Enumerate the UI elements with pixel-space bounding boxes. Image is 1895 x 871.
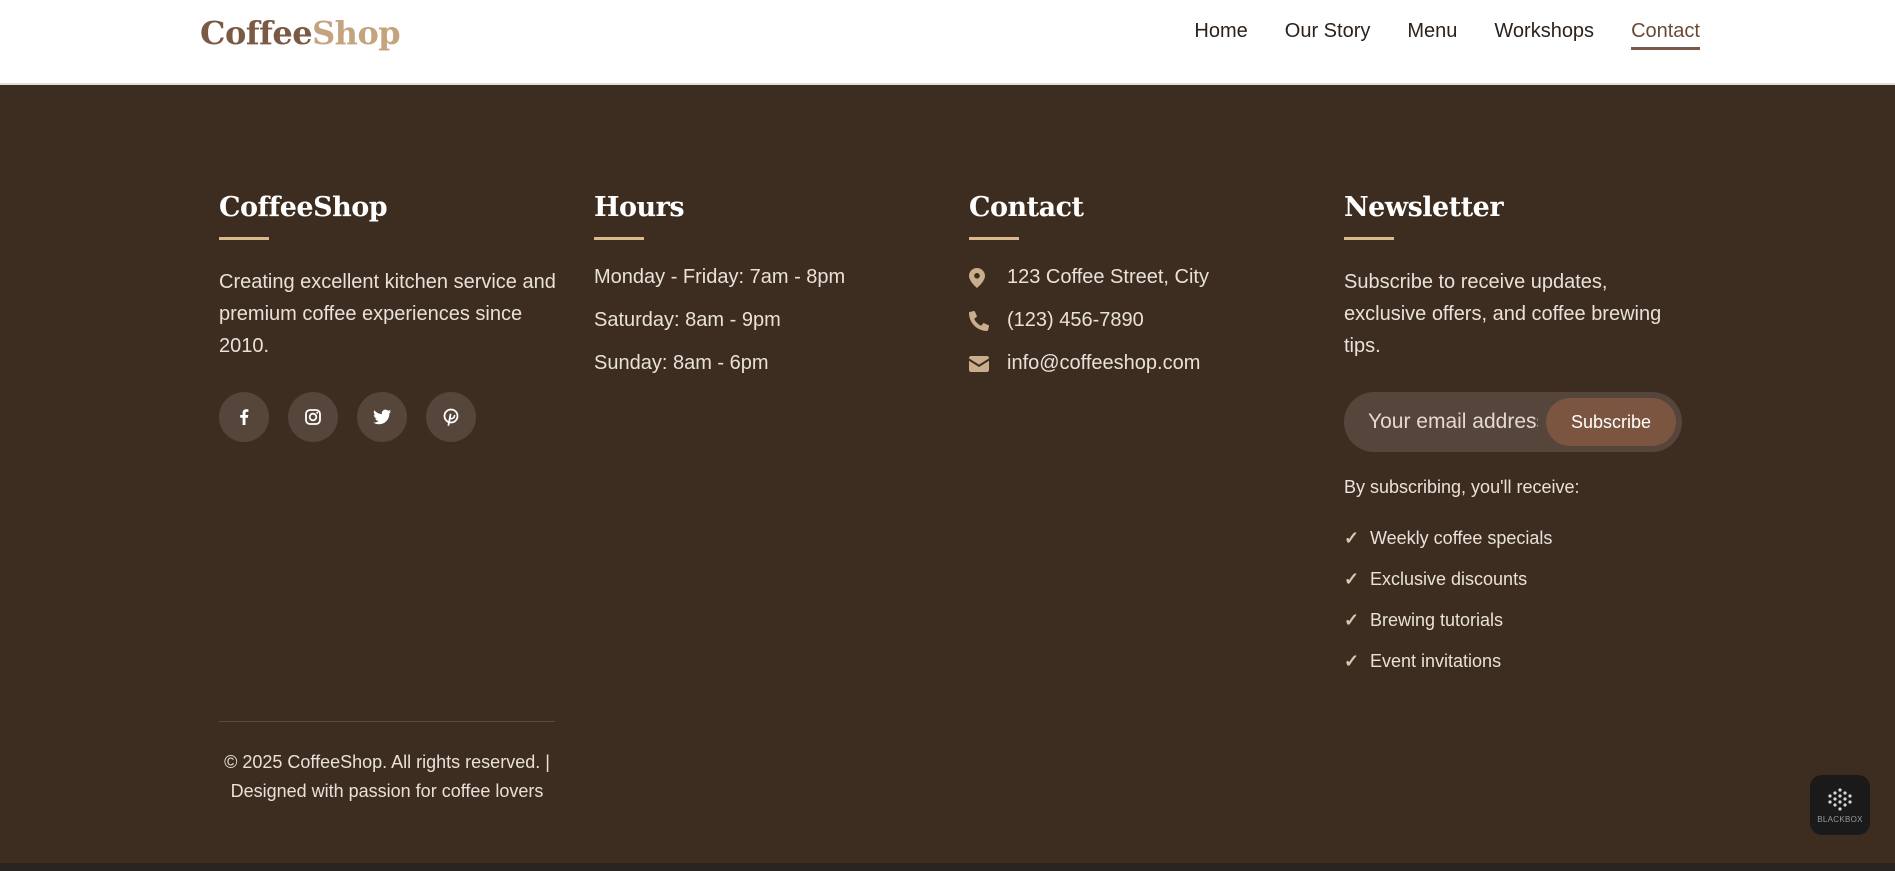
check-icon: ✓: [1344, 569, 1360, 589]
benefit-text: Weekly coffee specials: [1370, 528, 1553, 548]
benefit-text: Event invitations: [1370, 651, 1502, 671]
contact-email-text[interactable]: info@coffeeshop.com: [1007, 352, 1200, 375]
contact-address-text: 123 Coffee Street, City: [1007, 266, 1209, 288]
pinterest-icon: [443, 408, 459, 426]
blackbox-badge[interactable]: BLACKBOX: [1810, 775, 1870, 835]
nav-home[interactable]: Home: [1194, 20, 1247, 50]
subscribe-button[interactable]: Subscribe: [1546, 398, 1676, 446]
footer-hours-title: Hours: [594, 192, 685, 223]
title-underline: [219, 237, 269, 240]
footer-divider: [219, 721, 555, 722]
hours-saturday: Saturday: 8am - 9pm: [594, 309, 781, 331]
pinterest-link[interactable]: [426, 392, 476, 442]
newsletter-email-input[interactable]: [1368, 406, 1538, 438]
envelope-icon: [969, 355, 1007, 372]
twitter-icon: [373, 409, 391, 425]
instagram-link[interactable]: [288, 392, 338, 442]
footer-about-text: Creating excellent kitchen service and p…: [219, 271, 556, 357]
bottom-edge-bar: [0, 863, 1895, 871]
cube-dots-icon: [1828, 787, 1852, 811]
social-links: [219, 392, 559, 442]
footer-contact-title: Contact: [969, 192, 1084, 223]
footer-newsletter-title: Newsletter: [1344, 192, 1504, 223]
footer-contact: Contact 123 Coffee Street, City (123) 45…: [969, 192, 1309, 395]
main-nav: Home Our Story Menu Workshops Contact: [1194, 20, 1700, 50]
facebook-icon: [240, 409, 249, 425]
site-footer: CoffeeShop Creating excellent kitchen se…: [0, 86, 1895, 864]
site-logo[interactable]: CoffeeShop: [200, 14, 401, 52]
contact-phone: (123) 456-7890: [969, 309, 1309, 332]
nav-workshops[interactable]: Workshops: [1494, 20, 1594, 50]
check-icon: ✓: [1344, 610, 1360, 630]
benefit-text: Exclusive discounts: [1370, 569, 1528, 589]
footer-copyright: © 2025 CoffeeShop. All rights reserved. …: [219, 748, 555, 806]
footer-newsletter: Newsletter Subscribe to receive updates,…: [1344, 192, 1694, 682]
newsletter-receive-label: By subscribing, you'll receive:: [1344, 477, 1580, 497]
title-underline: [594, 237, 644, 240]
contact-email: info@coffeeshop.com: [969, 352, 1309, 375]
title-underline: [1344, 237, 1394, 240]
list-item: ✓ Exclusive discounts: [1344, 559, 1694, 600]
newsletter-benefits: ✓ Weekly coffee specials ✓ Exclusive disco…: [1344, 518, 1694, 682]
list-item: ✓ Event invitations: [1344, 641, 1694, 682]
instagram-icon: [305, 409, 321, 425]
designed-line: Designed with passion for coffee lovers: [230, 781, 544, 801]
footer-about: CoffeeShop Creating excellent kitchen se…: [219, 192, 559, 442]
list-item: ✓ Brewing tutorials: [1344, 600, 1694, 641]
newsletter-text: Subscribe to receive updates, exclusive …: [1344, 271, 1662, 357]
logo-word-shop: Shop: [312, 14, 401, 52]
facebook-link[interactable]: [219, 392, 269, 442]
site-header: CoffeeShop Home Our Story Menu Workshops…: [0, 0, 1895, 85]
check-icon: ✓: [1344, 651, 1360, 671]
map-marker-icon: [969, 267, 1007, 288]
logo-word-coffee: Coffee: [200, 14, 313, 52]
contact-phone-text[interactable]: (123) 456-7890: [1007, 309, 1144, 332]
list-item: ✓ Weekly coffee specials: [1344, 518, 1694, 559]
footer-about-title: CoffeeShop: [219, 192, 388, 223]
hours-sunday: Sunday: 8am - 6pm: [594, 352, 769, 374]
badge-label: BLACKBOX: [1817, 814, 1863, 824]
copyright-line: © 2025 CoffeeShop. All rights reserved. …: [224, 752, 550, 772]
check-icon: ✓: [1344, 528, 1360, 548]
nav-contact[interactable]: Contact: [1631, 20, 1700, 50]
twitter-link[interactable]: [357, 392, 407, 442]
hours-weekdays: Monday - Friday: 7am - 8pm: [594, 266, 846, 288]
footer-hours: Hours Monday - Friday: 7am - 8pm Saturda…: [594, 192, 934, 395]
title-underline: [969, 237, 1019, 240]
newsletter-form: Subscribe: [1344, 392, 1682, 452]
benefit-text: Brewing tutorials: [1370, 610, 1504, 630]
nav-menu[interactable]: Menu: [1407, 20, 1457, 50]
phone-icon: [969, 310, 1007, 331]
contact-address: 123 Coffee Street, City: [969, 266, 1309, 289]
nav-our-story[interactable]: Our Story: [1285, 20, 1371, 50]
